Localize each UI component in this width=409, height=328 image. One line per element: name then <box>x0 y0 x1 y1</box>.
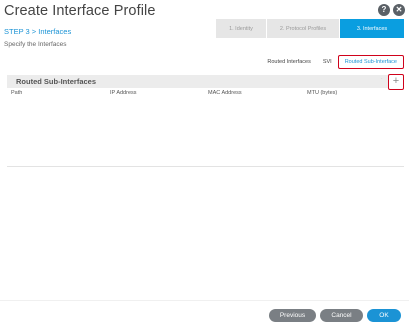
wizard-step-label: 3. Interfaces <box>356 25 388 32</box>
create-interface-profile-dialog: Create Interface Profile ? ✕ 1. Identity… <box>0 0 409 328</box>
section-indicator-icon: · <box>381 76 383 82</box>
column-header-mtu[interactable]: MTU (bytes) <box>307 90 337 96</box>
wizard-step-protocol-profiles[interactable]: 2. Protocol Profiles <box>267 19 339 38</box>
column-header-mac-address[interactable]: MAC Address <box>208 90 242 96</box>
step-subtitle: Specify the Interfaces <box>4 41 67 48</box>
interface-type-tabs: Routed Interfaces SVI Routed Sub-Interfa… <box>261 55 404 69</box>
column-header-ip-address[interactable]: IP Address <box>110 90 137 96</box>
help-icon[interactable]: ? <box>378 4 390 16</box>
divider <box>7 166 404 167</box>
previous-button[interactable]: Previous <box>269 309 316 322</box>
section-header: Routed Sub-Interfaces · <box>7 75 388 88</box>
close-icon[interactable]: ✕ <box>393 4 405 16</box>
tab-svi[interactable]: SVI <box>317 55 338 69</box>
section-title: Routed Sub-Interfaces <box>16 77 97 86</box>
footer-divider <box>0 300 409 301</box>
tab-routed-interfaces[interactable]: Routed Interfaces <box>261 55 316 69</box>
wizard-step-label: 1. Identity <box>229 25 253 32</box>
step-label: STEP 3 > Interfaces <box>4 27 72 36</box>
sub-interfaces-table: Path IP Address MAC Address MTU (bytes) <box>7 88 404 100</box>
wizard-step-identity[interactable]: 1. Identity <box>216 19 266 38</box>
cancel-button[interactable]: Cancel <box>320 309 363 322</box>
dialog-title: Create Interface Profile <box>4 3 156 19</box>
header-icons: ? ✕ <box>378 4 405 16</box>
wizard-step-label: 2. Protocol Profiles <box>279 25 327 32</box>
table-header: Path IP Address MAC Address MTU (bytes) <box>7 88 404 100</box>
wizard-steps: 1. Identity 2. Protocol Profiles 3. Inte… <box>216 19 404 38</box>
column-header-path[interactable]: Path <box>11 90 22 96</box>
ok-button[interactable]: OK <box>367 309 401 322</box>
table-body <box>7 100 404 166</box>
wizard-step-interfaces[interactable]: 3. Interfaces <box>340 19 404 38</box>
tab-routed-sub-interface[interactable]: Routed Sub-Interface <box>337 55 404 69</box>
footer-buttons: Previous Cancel OK <box>269 309 401 322</box>
